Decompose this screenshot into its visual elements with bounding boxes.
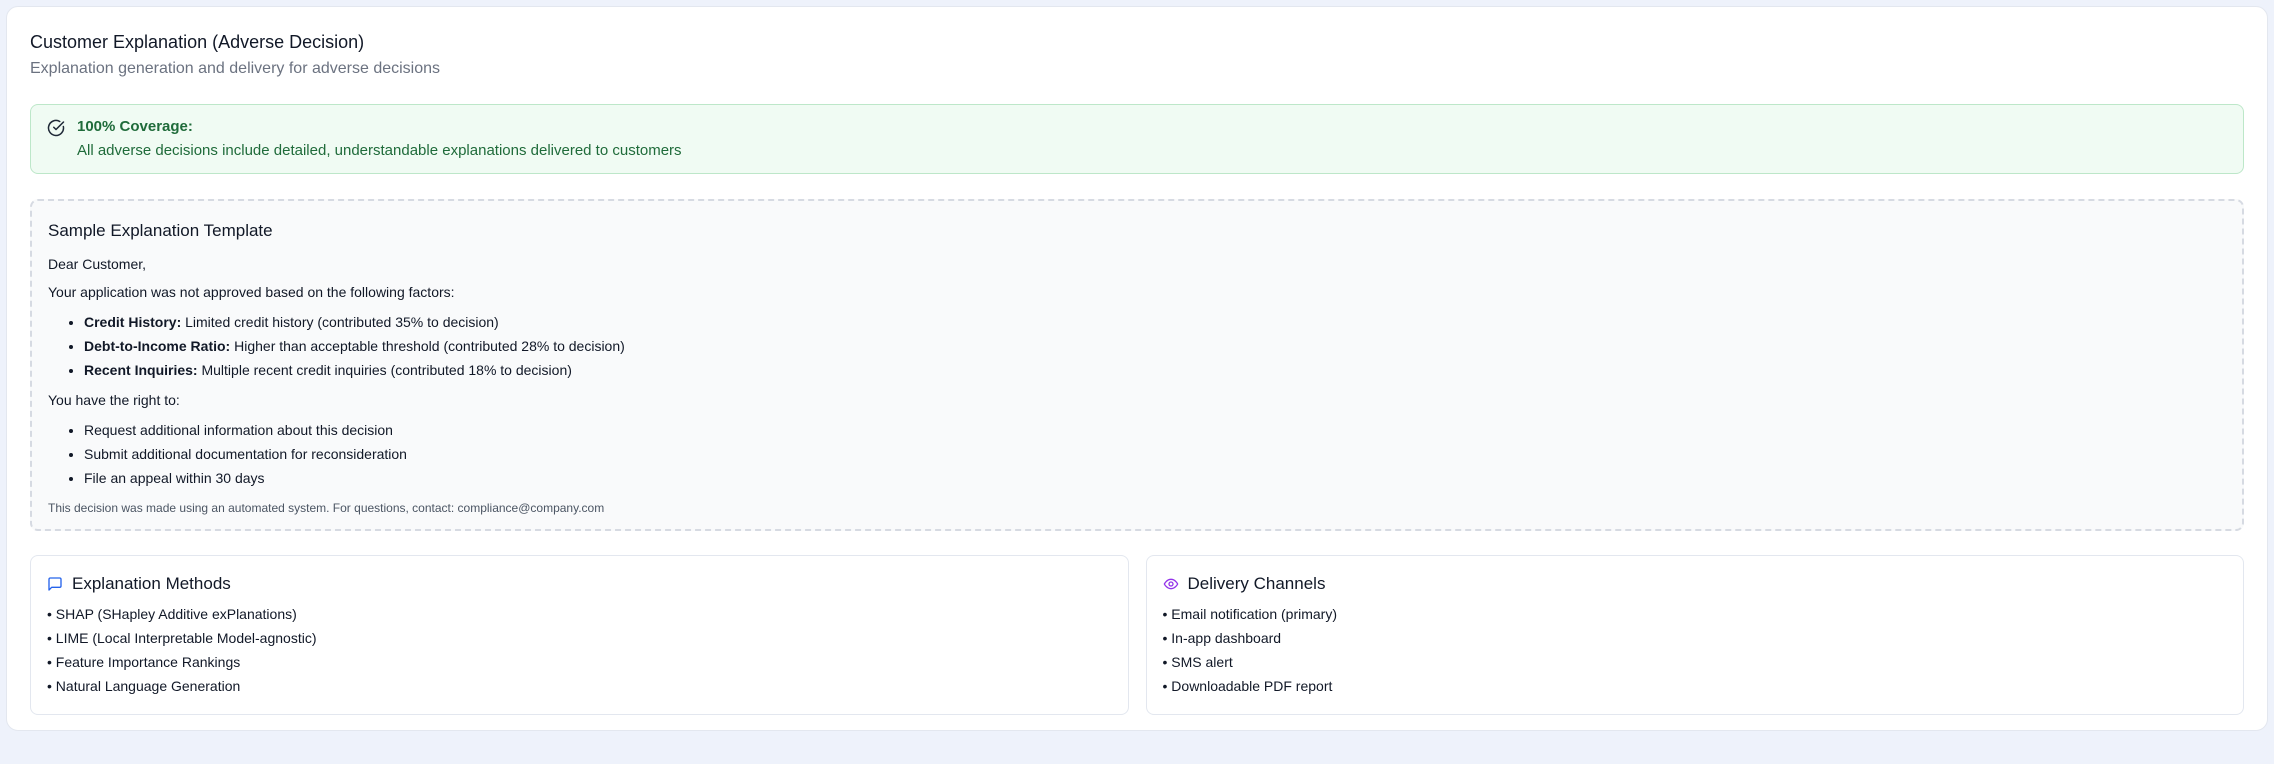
list-item: SHAP (SHapley Additive exPlanations) [47, 602, 1112, 626]
rights-item: Submit additional documentation for reco… [84, 442, 2226, 466]
factor-name: Credit History: [84, 314, 182, 330]
factor-item: Recent Inquiries: Multiple recent credit… [84, 358, 2226, 382]
list-item: LIME (Local Interpretable Model-agnostic… [47, 626, 1112, 650]
template-title: Sample Explanation Template [48, 221, 273, 240]
factor-name: Debt-to-Income Ratio: [84, 338, 231, 354]
factor-item: Debt-to-Income Ratio: Higher than accept… [84, 334, 2226, 358]
rights-item: File an appeal within 30 days [84, 466, 2226, 490]
rights-list: Request additional information about thi… [48, 418, 2226, 490]
eye-icon [1163, 578, 1178, 590]
page-subtitle: Explanation generation and delivery for … [30, 60, 441, 77]
delivery-channels-title: Delivery Channels [1187, 574, 1326, 593]
message-square-icon [48, 577, 62, 591]
delivery-channels-header: Delivery Channels [1163, 572, 2228, 596]
factor-detail: Higher than acceptable threshold (contri… [230, 338, 625, 354]
coverage-alert-body: 100% Coverage: All adverse decisions inc… [77, 117, 682, 161]
factor-detail: Limited credit history (contributed 35% … [181, 314, 499, 330]
check-circle-icon [47, 119, 65, 137]
template-intro: Your application was not approved based … [48, 284, 455, 300]
explanation-methods-title: Explanation Methods [72, 574, 231, 593]
factor-detail: Multiple recent credit inquiries (contri… [197, 362, 572, 378]
coverage-alert: 100% Coverage: All adverse decisions inc… [30, 104, 2244, 174]
factor-name: Recent Inquiries: [84, 362, 198, 378]
explanation-methods-panel: Explanation Methods SHAP (SHapley Additi… [30, 555, 1129, 715]
list-item: In-app dashboard [1163, 626, 2228, 650]
template-footnote: This decision was made using an automate… [48, 501, 605, 515]
list-item: Email notification (primary) [1163, 602, 2228, 626]
list-item: SMS alert [1163, 650, 2228, 674]
delivery-channels-panel: Delivery Channels Email notification (pr… [1145, 555, 2244, 715]
list-item: Downloadable PDF report [1163, 674, 2228, 698]
page-title: Customer Explanation (Adverse Decision) [30, 32, 365, 52]
factor-list: Credit History: Limited credit history (… [48, 310, 2226, 382]
rights-item: Request additional information about thi… [84, 418, 2226, 442]
sample-explanation-template: Sample Explanation Template Dear Custome… [30, 199, 2244, 531]
list-item: Feature Importance Rankings [47, 650, 1112, 674]
customer-explanation-card: Customer Explanation (Adverse Decision) … [6, 6, 2268, 731]
list-item: Natural Language Generation [47, 674, 1112, 698]
info-panels: Explanation Methods SHAP (SHapley Additi… [30, 555, 2244, 715]
rights-intro: You have the right to: [48, 392, 180, 408]
factor-item: Credit History: Limited credit history (… [84, 310, 2226, 334]
explanation-methods-list: SHAP (SHapley Additive exPlanations) LIM… [47, 602, 1112, 698]
coverage-alert-text: All adverse decisions include detailed, … [77, 142, 682, 159]
delivery-channels-list: Email notification (primary) In-app dash… [1163, 602, 2228, 698]
explanation-methods-header: Explanation Methods [47, 572, 1112, 596]
template-greeting: Dear Customer, [48, 256, 147, 272]
coverage-alert-title: 100% Coverage: [77, 118, 193, 135]
